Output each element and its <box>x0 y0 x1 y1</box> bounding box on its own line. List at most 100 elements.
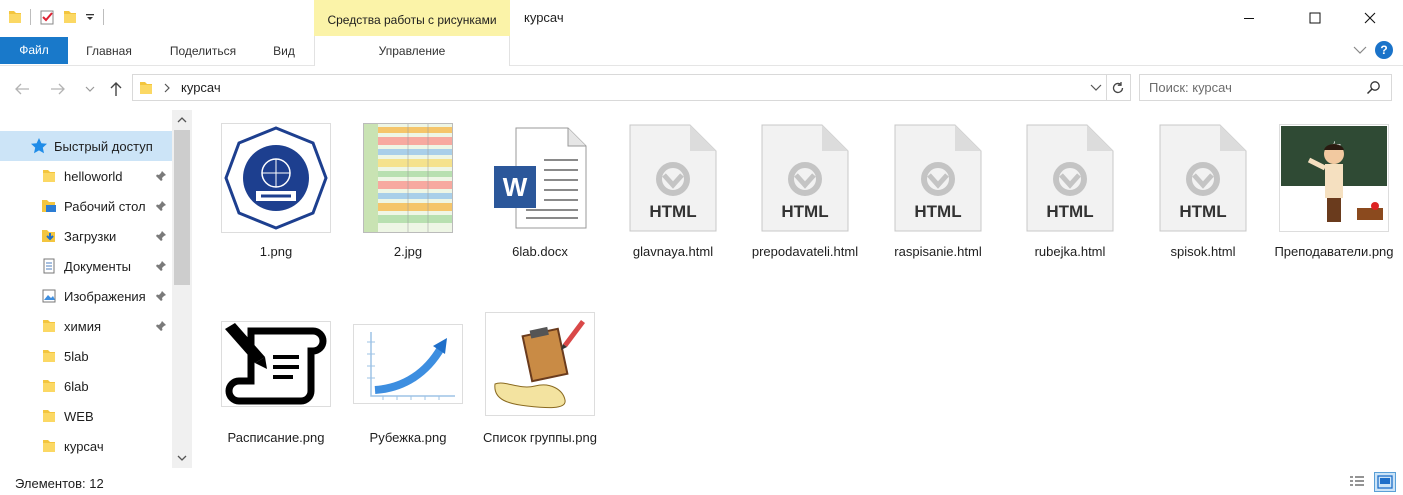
up-arrow-icon <box>110 82 122 96</box>
folder-icon <box>40 407 58 425</box>
sidebar-item-6lab[interactable]: 6lab <box>0 371 172 401</box>
forward-button[interactable] <box>48 79 68 99</box>
navigation-pane: Быстрый доступ helloworld Рабочий стол З… <box>0 110 194 468</box>
file-name: Преподаватели.png <box>1274 244 1394 259</box>
toolbar-separator <box>30 9 31 25</box>
address-history-icon[interactable] <box>1090 84 1102 92</box>
tab-file[interactable]: Файл <box>0 37 68 64</box>
file-item[interactable]: 2.jpg <box>343 122 473 262</box>
folder-icon <box>40 167 58 185</box>
details-view-button[interactable] <box>1346 472 1368 492</box>
file-type-badge: HTML <box>914 202 962 221</box>
sidebar-item-chemistry[interactable]: химия <box>0 311 172 341</box>
expand-ribbon-icon[interactable] <box>1353 45 1367 55</box>
scroll-up-button[interactable] <box>172 110 192 130</box>
folder-icon <box>140 82 152 94</box>
star-icon <box>30 137 48 155</box>
tab-share[interactable]: Поделиться <box>160 38 246 64</box>
file-item[interactable]: √q Преподаватели.png <box>1269 122 1399 262</box>
refresh-button[interactable] <box>1106 74 1131 101</box>
file-item[interactable]: HTML prepodavateli.html <box>740 122 870 262</box>
minimize-button[interactable] <box>1226 0 1272 36</box>
pin-icon[interactable] <box>155 260 167 272</box>
scroll-down-button[interactable] <box>172 448 192 468</box>
sidebar-item-documents[interactable]: Документы <box>0 251 172 281</box>
folder-icon <box>40 347 58 365</box>
file-item[interactable]: HTML rubejka.html <box>1005 122 1135 262</box>
scroll-writing-icon <box>221 321 331 407</box>
sidebar-item-label: Изображения <box>64 288 146 304</box>
close-button[interactable] <box>1347 0 1393 36</box>
help-icon[interactable]: ? <box>1375 41 1393 59</box>
file-thumbnail: HTML <box>1147 122 1259 234</box>
search-input[interactable] <box>1140 75 1360 100</box>
image-thumbnail <box>484 308 596 420</box>
schedule-table-icon <box>363 123 453 233</box>
file-item[interactable]: Рубежка.png <box>343 308 473 448</box>
sidebar-item-kursach[interactable]: курсач <box>0 431 172 461</box>
refresh-icon <box>1112 81 1124 93</box>
minimize-icon <box>1244 18 1254 19</box>
address-bar[interactable]: курсач <box>132 74 1107 101</box>
file-item[interactable]: 1.png <box>211 122 341 262</box>
breadcrumb-chevron-icon[interactable] <box>163 83 171 93</box>
growth-chart-icon <box>353 324 463 404</box>
ribbon-controls: ? <box>1353 41 1393 59</box>
image-thumbnail <box>220 308 332 420</box>
search-icon[interactable] <box>1366 80 1381 95</box>
scrollbar-thumb[interactable] <box>174 130 190 285</box>
pin-icon[interactable] <box>155 200 167 212</box>
pictures-folder-icon <box>40 287 58 305</box>
file-item[interactable]: Расписание.png <box>211 308 341 448</box>
sidebar-item-label: 5lab <box>64 348 89 364</box>
folder-icon <box>40 317 58 335</box>
tab-manage[interactable]: Управление <box>314 36 510 66</box>
new-folder-icon[interactable] <box>63 9 77 25</box>
file-item[interactable]: HTML raspisanie.html <box>873 122 1003 262</box>
large-icons-view-icon <box>1377 475 1393 489</box>
sidebar-item-5lab[interactable]: 5lab <box>0 341 172 371</box>
image-thumbnail <box>220 122 332 234</box>
file-name: 2.jpg <box>393 244 423 259</box>
sidebar-item-downloads[interactable]: Загрузки <box>0 221 172 251</box>
folder-icon <box>40 437 58 455</box>
sidebar-item-desktop[interactable]: Рабочий стол <box>0 191 172 221</box>
sidebar-item-quick-access[interactable]: Быстрый доступ <box>0 131 172 161</box>
large-icons-view-button[interactable] <box>1374 472 1396 492</box>
file-item[interactable]: HTML spisok.html <box>1138 122 1268 262</box>
file-thumbnail: HTML <box>882 122 994 234</box>
file-name: 6lab.docx <box>512 244 568 259</box>
folder-icon[interactable] <box>8 9 22 25</box>
university-logo-icon <box>221 123 331 233</box>
sidebar-item-label: Быстрый доступ <box>54 138 153 154</box>
breadcrumb-current[interactable]: курсач <box>181 80 221 95</box>
window-title: курсач <box>524 10 564 25</box>
up-button[interactable] <box>106 79 126 99</box>
sidebar-item-pictures[interactable]: Изображения <box>0 281 172 311</box>
pin-icon[interactable] <box>155 230 167 242</box>
sidebar-item-helloworld[interactable]: helloworld <box>0 161 172 191</box>
file-item[interactable]: HTML glavnaya.html <box>608 122 738 262</box>
sidebar-item-web[interactable]: WEB <box>0 401 172 431</box>
pin-icon[interactable] <box>155 290 167 302</box>
status-bar: Элементов: 12 <box>0 470 1403 495</box>
properties-icon[interactable] <box>39 9 55 25</box>
file-item[interactable]: Список группы.png <box>475 308 605 448</box>
chevron-up-icon <box>177 117 187 123</box>
maximize-button[interactable] <box>1292 0 1338 36</box>
file-name: raspisanie.html <box>894 244 982 259</box>
sidebar-item-label: химия <box>64 318 102 334</box>
tab-view[interactable]: Вид <box>264 38 304 64</box>
recent-locations-button[interactable] <box>80 79 100 99</box>
back-button[interactable] <box>12 79 32 99</box>
pin-icon[interactable] <box>155 170 167 182</box>
sidebar-item-label: 6lab <box>64 378 89 394</box>
tab-home[interactable]: Главная <box>78 38 140 64</box>
file-item[interactable]: W 6lab.docx <box>475 122 605 262</box>
file-name: prepodavateli.html <box>751 244 859 259</box>
pin-icon[interactable] <box>155 320 167 332</box>
title-bar: Средства работы с рисунками курсач <box>0 0 1403 36</box>
customize-dropdown-icon[interactable] <box>85 12 95 22</box>
search-box <box>1139 74 1392 101</box>
back-arrow-icon <box>15 83 29 95</box>
